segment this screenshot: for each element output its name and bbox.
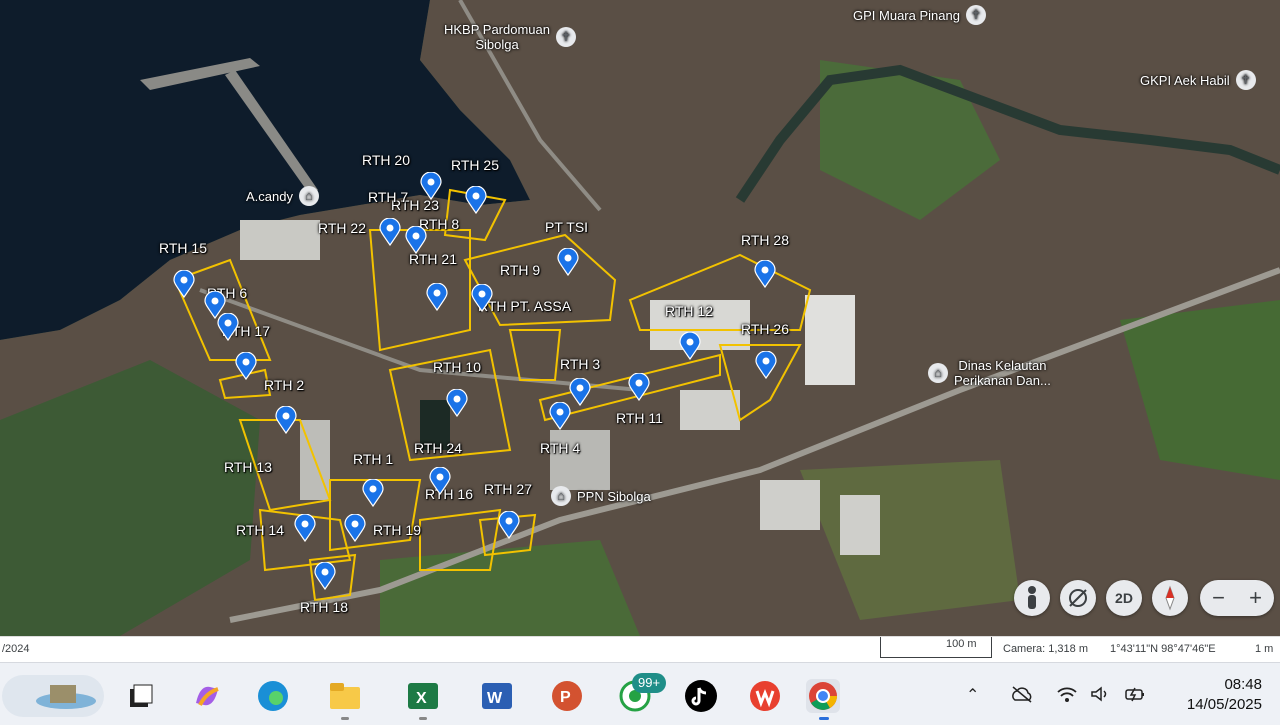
- satellite-imagery: [0, 0, 1280, 636]
- zoom-in-button[interactable]: +: [1237, 580, 1274, 616]
- poi-marker[interactable]: GKPI Aek Habil ✝: [1140, 70, 1256, 90]
- map-pin-icon[interactable]: [557, 248, 579, 276]
- scale-label: 100 m: [946, 638, 977, 650]
- map-pin-icon[interactable]: [235, 352, 257, 380]
- map-pin-icon[interactable]: [465, 186, 487, 214]
- taskbar: X W P 99+ ⌃ 08:48 14/05/2025: [0, 662, 1280, 725]
- poi-marker[interactable]: GPI Muara Pinang ✝: [853, 5, 986, 25]
- map-pin-icon[interactable]: [275, 406, 297, 434]
- poi-marker[interactable]: A.candy ⌂: [246, 186, 319, 206]
- map-pin-icon[interactable]: [362, 479, 384, 507]
- clock-time: 08:48: [1224, 676, 1262, 693]
- chevron-up-icon[interactable]: ⌃: [966, 685, 979, 705]
- search-widget[interactable]: [2, 675, 104, 717]
- church-icon: ✝: [1235, 70, 1256, 90]
- system-clock[interactable]: 08:48 14/05/2025: [1187, 675, 1262, 715]
- excel-icon[interactable]: X: [406, 679, 440, 713]
- church-icon: ✝: [556, 27, 576, 47]
- camera-altitude: Camera: 1,318 m: [1003, 643, 1088, 655]
- map-pin-icon[interactable]: [755, 351, 777, 379]
- edge-icon[interactable]: [256, 679, 290, 713]
- zoom-control: − +: [1200, 580, 1274, 616]
- map-pin-icon[interactable]: [569, 378, 591, 406]
- poi-marker[interactable]: HKBP Pardomuan Sibolga ✝: [444, 22, 576, 52]
- imagery-date: /2024: [2, 643, 30, 655]
- copilot-icon[interactable]: [190, 679, 224, 713]
- map-pin-icon[interactable]: [471, 284, 493, 312]
- map-pin-icon[interactable]: [344, 514, 366, 542]
- coordinates: 1°43'11"N 98°47'46"E: [1110, 643, 1216, 655]
- map-pin-icon[interactable]: [426, 283, 448, 311]
- map-pin-icon[interactable]: [314, 562, 336, 590]
- map-pin-icon[interactable]: [429, 467, 451, 495]
- poi-marker[interactable]: ⌂ PPN Sibolga: [551, 486, 651, 506]
- church-icon: ✝: [965, 5, 986, 25]
- svg-text:P: P: [560, 689, 571, 706]
- word-icon[interactable]: W: [480, 679, 514, 713]
- zoom-out-button[interactable]: −: [1200, 580, 1237, 616]
- map-pin-icon[interactable]: [628, 373, 650, 401]
- battery-charging-icon[interactable]: [1124, 685, 1148, 708]
- poi-label: A.candy: [246, 188, 293, 204]
- poi-label: PPN Sibolga: [577, 488, 651, 504]
- government-icon: ⌂: [551, 486, 571, 506]
- powerpoint-icon[interactable]: P: [550, 679, 584, 713]
- map-pin-icon[interactable]: [549, 402, 571, 430]
- tilt-icon[interactable]: [1060, 580, 1096, 616]
- svg-text:X: X: [416, 690, 427, 707]
- file-explorer-icon[interactable]: [328, 679, 362, 713]
- wifi-icon[interactable]: [1056, 685, 1078, 708]
- elevation: 1 m: [1255, 643, 1274, 655]
- map-pin-icon[interactable]: [498, 511, 520, 539]
- bank-icon: ⌂: [298, 186, 319, 206]
- cloud-offline-icon[interactable]: [1010, 685, 1034, 708]
- map-pin-icon[interactable]: [420, 172, 442, 200]
- poi-label: HKBP Pardomuan Sibolga: [444, 22, 550, 52]
- clock-date: 14/05/2025: [1186, 696, 1262, 713]
- map-pin-icon[interactable]: [294, 514, 316, 542]
- task-view-icon[interactable]: [124, 679, 158, 713]
- map-pin-icon[interactable]: [754, 260, 776, 288]
- compass-icon[interactable]: [1152, 580, 1188, 616]
- pegman-icon[interactable]: [1014, 580, 1050, 616]
- map-view[interactable]: RTH 20 RTH 25 RTH 23 RTH 7 RTH 8 RTH 22 RTH 21…: [0, 0, 1280, 636]
- status-bar: /2024 100 m Camera: 1,318 m 1°43'11"N 98…: [0, 636, 1280, 663]
- map-pin-icon[interactable]: [405, 226, 427, 254]
- tiktok-icon[interactable]: [684, 679, 718, 713]
- government-icon: ⌂: [928, 363, 948, 383]
- chrome-icon[interactable]: [806, 679, 840, 713]
- wps-office-icon[interactable]: [748, 679, 782, 713]
- map-pin-icon[interactable]: [379, 218, 401, 246]
- view-mode-button[interactable]: 2D: [1106, 580, 1142, 616]
- poi-label: GPI Muara Pinang: [853, 7, 960, 23]
- poi-label: GKPI Aek Habil: [1140, 72, 1230, 88]
- whatsapp-badge: 99+: [632, 673, 667, 693]
- volume-icon[interactable]: [1090, 685, 1112, 708]
- poi-marker[interactable]: ⌂ Dinas Kelautan Perikanan Dan...: [928, 358, 1051, 388]
- svg-text:W: W: [487, 690, 503, 707]
- map-pin-icon[interactable]: [173, 270, 195, 298]
- map-pin-icon[interactable]: [446, 389, 468, 417]
- poi-label: Dinas Kelautan Perikanan Dan...: [954, 358, 1051, 388]
- map-pin-icon[interactable]: [679, 332, 701, 360]
- map-pin-icon[interactable]: [217, 313, 239, 341]
